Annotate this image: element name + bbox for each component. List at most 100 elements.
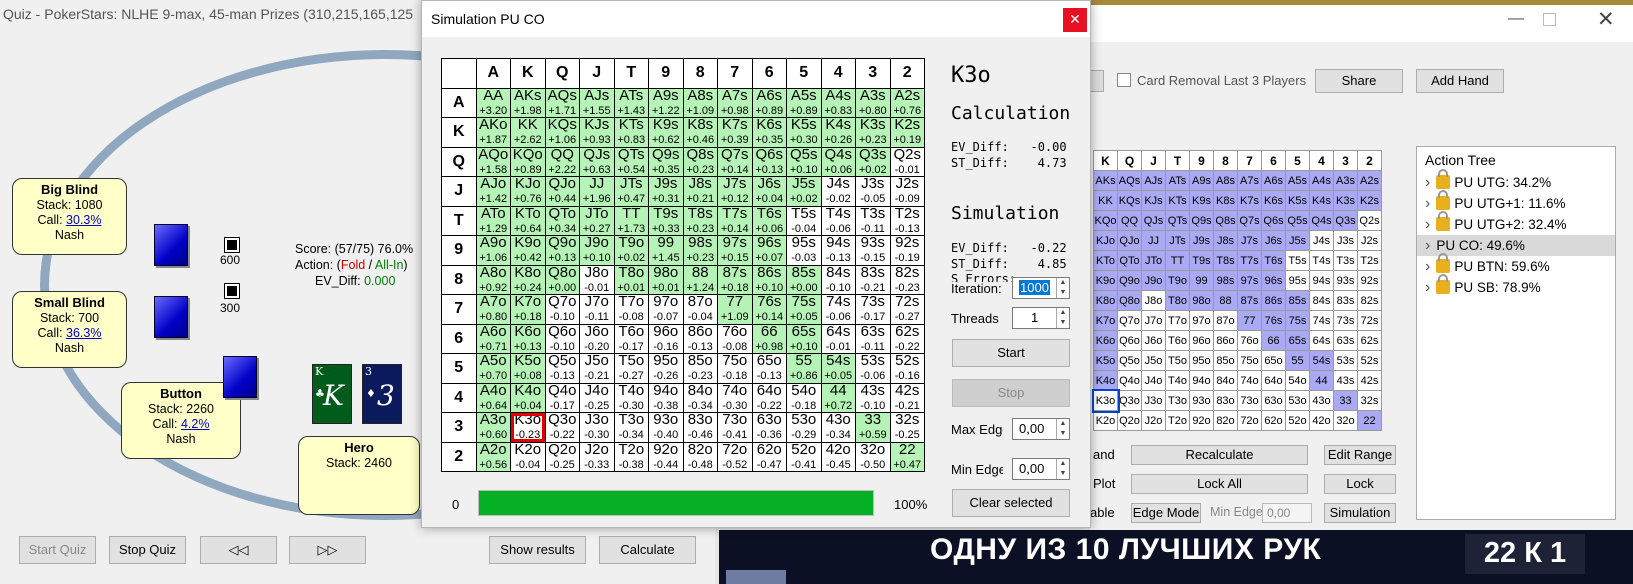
hand-cell[interactable]: 43o -0.34 bbox=[820, 412, 856, 443]
hand-cell[interactable]: A2s +0.76 bbox=[889, 87, 925, 118]
recalculate-button[interactable]: Recalculate bbox=[1131, 445, 1308, 465]
hand-cell[interactable]: 92s -0.19 bbox=[889, 235, 925, 266]
range-cell[interactable]: J9s bbox=[1189, 230, 1214, 251]
hand-cell[interactable]: 98s +0.23 bbox=[682, 235, 718, 266]
range-cell[interactable]: 73o bbox=[1237, 390, 1262, 411]
range-cell[interactable]: 94o bbox=[1189, 370, 1214, 391]
hand-cell[interactable]: 82o -0.48 bbox=[682, 441, 718, 472]
hand-cell[interactable]: 52o -0.41 bbox=[786, 441, 822, 472]
hand-cell[interactable]: T3o -0.34 bbox=[613, 412, 649, 443]
hand-cell[interactable]: AQo +1.58 bbox=[475, 146, 511, 177]
seat-small-blind[interactable]: Small Blind Stack: 700 Call: 36.3% Nash bbox=[12, 291, 127, 368]
range-cell[interactable]: 93o bbox=[1189, 390, 1214, 411]
hand-cell[interactable]: A4s +0.83 bbox=[820, 87, 856, 118]
edge-mode-button[interactable]: Edge Mode bbox=[1131, 503, 1201, 523]
range-cell[interactable]: 85s bbox=[1285, 290, 1310, 311]
card-removal-checkbox[interactable] bbox=[1117, 73, 1131, 87]
range-cell[interactable]: KQs bbox=[1117, 190, 1142, 211]
call-range-link[interactable]: 30.3% bbox=[66, 213, 101, 227]
range-cell[interactable]: 64s bbox=[1309, 330, 1334, 351]
range-cell[interactable]: AQs bbox=[1117, 170, 1142, 191]
range-cell[interactable]: K2o bbox=[1093, 410, 1118, 431]
range-cell[interactable]: 96s bbox=[1261, 270, 1286, 291]
hand-cell[interactable]: 97o -0.07 bbox=[648, 294, 684, 325]
chevron-right-icon[interactable]: › bbox=[1425, 216, 1430, 233]
show-results-button[interactable]: Show results bbox=[489, 536, 586, 564]
range-cell[interactable]: K3o bbox=[1091, 388, 1120, 413]
hand-cell[interactable]: 95o -0.26 bbox=[648, 353, 684, 384]
hand-cell[interactable]: J9s +0.31 bbox=[648, 176, 684, 207]
hand-cell[interactable]: AA +3.20 bbox=[475, 87, 511, 118]
range-cell[interactable]: T6o bbox=[1165, 330, 1190, 351]
range-cell[interactable]: Q9o bbox=[1117, 270, 1142, 291]
hand-cell[interactable]: 76s +0.14 bbox=[751, 294, 787, 325]
range-cell[interactable]: KJo bbox=[1093, 230, 1118, 251]
hand-cell[interactable]: 94s -0.13 bbox=[820, 235, 856, 266]
range-cell[interactable]: 63s bbox=[1333, 330, 1358, 351]
hand-cell[interactable]: 62o -0.47 bbox=[751, 441, 787, 472]
range-cell[interactable]: 32o bbox=[1333, 410, 1358, 431]
hand-cell[interactable]: AKo +1.87 bbox=[475, 117, 511, 148]
range-cell[interactable]: 87o bbox=[1213, 310, 1238, 331]
range-cell[interactable]: J7o bbox=[1141, 310, 1166, 331]
hand-cell[interactable]: 62s -0.22 bbox=[889, 323, 925, 354]
hand-cell[interactable]: K6o +0.13 bbox=[510, 323, 546, 354]
chevron-right-icon[interactable]: › bbox=[1425, 195, 1430, 212]
range-cell[interactable]: 76o bbox=[1237, 330, 1262, 351]
range-cell[interactable]: Q3s bbox=[1333, 210, 1358, 231]
spin-arrows-icon[interactable]: ▲ ▼ bbox=[1056, 278, 1069, 298]
range-cell[interactable]: 83o bbox=[1213, 390, 1238, 411]
range-cell[interactable]: Q4s bbox=[1309, 210, 1334, 231]
hand-cell[interactable]: AQs +1.71 bbox=[544, 87, 580, 118]
range-cell[interactable]: T3o bbox=[1165, 390, 1190, 411]
hand-cell[interactable]: 82s -0.23 bbox=[889, 264, 925, 295]
range-cell[interactable]: Q6o bbox=[1117, 330, 1142, 351]
range-cell[interactable]: 85o bbox=[1213, 350, 1238, 371]
hand-cell[interactable]: T4s -0.06 bbox=[820, 205, 856, 236]
hand-cell[interactable]: 93s -0.15 bbox=[855, 235, 891, 266]
lock-button[interactable]: Lock bbox=[1324, 474, 1396, 494]
tree-item[interactable]: › PU UTG: 34.2% bbox=[1417, 169, 1615, 193]
stop-quiz-button[interactable]: Stop Quiz bbox=[109, 536, 186, 564]
hand-cell[interactable]: K3s +0.23 bbox=[855, 117, 891, 148]
hand-cell[interactable]: A7s +0.98 bbox=[717, 87, 753, 118]
hand-cell[interactable]: J9o +0.10 bbox=[579, 235, 615, 266]
hand-cell[interactable]: 85o -0.23 bbox=[682, 353, 718, 384]
hand-cell[interactable]: J8o -0.01 bbox=[579, 264, 615, 295]
range-cell[interactable]: J5o bbox=[1141, 350, 1166, 371]
hand-cell[interactable]: J4o -0.25 bbox=[579, 382, 615, 413]
range-cell[interactable]: ATs bbox=[1165, 170, 1190, 191]
range-cell[interactable]: K8s bbox=[1213, 190, 1238, 211]
hand-cell[interactable]: J7s +0.12 bbox=[717, 176, 753, 207]
hand-cell[interactable]: TT +1.73 bbox=[613, 205, 649, 236]
hand-cell[interactable]: Q6s +0.13 bbox=[751, 146, 787, 177]
hand-cell[interactable]: 87o -0.04 bbox=[682, 294, 718, 325]
hand-cell[interactable]: J6s +0.04 bbox=[751, 176, 787, 207]
range-cell[interactable]: 84o bbox=[1213, 370, 1238, 391]
and-button-partial[interactable]: and bbox=[1093, 447, 1115, 462]
range-cell[interactable]: 82o bbox=[1213, 410, 1238, 431]
range-cell[interactable]: 44 bbox=[1309, 370, 1334, 391]
hand-cell[interactable]: QTo +0.34 bbox=[544, 205, 580, 236]
min-edge-input[interactable]: 0,00 bbox=[1262, 503, 1312, 523]
range-cell[interactable]: 95o bbox=[1189, 350, 1214, 371]
range-cell[interactable]: 98o bbox=[1189, 290, 1214, 311]
range-cell[interactable]: Q6s bbox=[1261, 210, 1286, 231]
range-cell[interactable]: JJ bbox=[1141, 230, 1166, 251]
range-cell[interactable]: J5s bbox=[1285, 230, 1310, 251]
spin-arrows-icon[interactable]: ▲ ▼ bbox=[1056, 459, 1069, 479]
range-cell[interactable]: 72o bbox=[1237, 410, 1262, 431]
hand-cell[interactable]: 32s -0.25 bbox=[889, 412, 925, 443]
hand-cell[interactable]: Q6o -0.10 bbox=[544, 323, 580, 354]
hand-cell[interactable]: 73s -0.17 bbox=[855, 294, 891, 325]
call-range-link[interactable]: 4.2% bbox=[181, 417, 210, 431]
range-cell[interactable]: Q7o bbox=[1117, 310, 1142, 331]
range-cell[interactable]: T3s bbox=[1333, 250, 1358, 271]
hand-cell[interactable]: Q7s +0.14 bbox=[717, 146, 753, 177]
hand-cell[interactable]: A6o +0.71 bbox=[475, 323, 511, 354]
range-cell[interactable]: 55 bbox=[1285, 350, 1310, 371]
range-cell[interactable]: Q7s bbox=[1237, 210, 1262, 231]
range-cell[interactable]: K6s bbox=[1261, 190, 1286, 211]
range-cell[interactable]: 74o bbox=[1237, 370, 1262, 391]
range-cell[interactable]: Q8s bbox=[1213, 210, 1238, 231]
